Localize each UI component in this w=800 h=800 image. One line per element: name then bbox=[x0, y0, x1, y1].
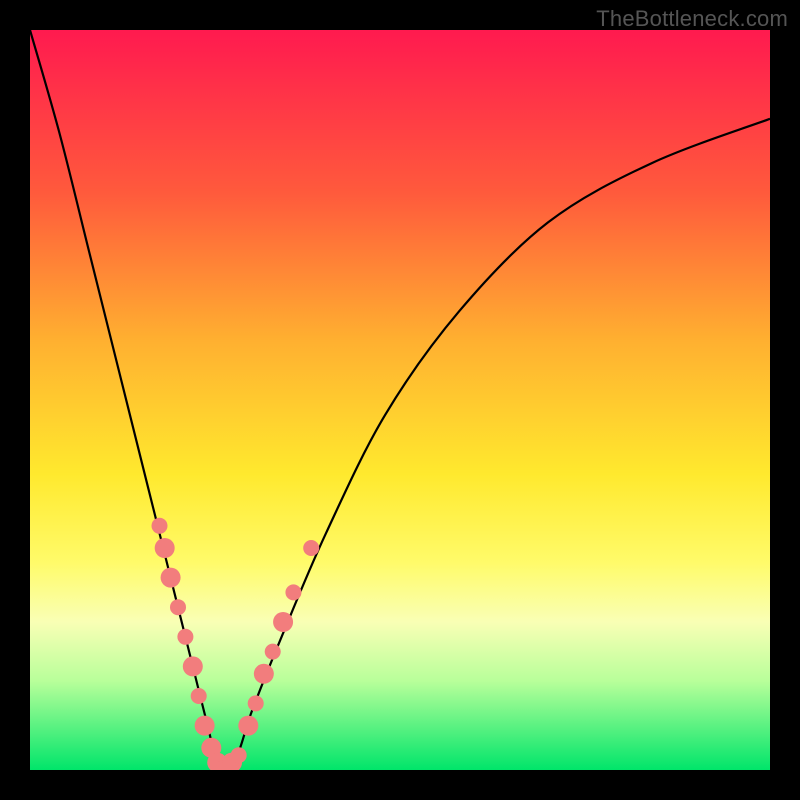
dot bbox=[285, 584, 301, 600]
dot bbox=[273, 612, 293, 632]
dot bbox=[155, 538, 175, 558]
watermark-text: TheBottleneck.com bbox=[596, 6, 788, 32]
dot bbox=[191, 688, 207, 704]
dot bbox=[170, 599, 186, 615]
highlighted-dots bbox=[152, 518, 320, 770]
dot bbox=[248, 695, 264, 711]
dot bbox=[152, 518, 168, 534]
chart-overlay bbox=[30, 30, 770, 770]
dot bbox=[177, 629, 193, 645]
plot-area bbox=[30, 30, 770, 770]
dot bbox=[161, 568, 181, 588]
chart-frame: TheBottleneck.com bbox=[0, 0, 800, 800]
dot bbox=[238, 716, 258, 736]
bottleneck-curve bbox=[30, 30, 770, 770]
dot bbox=[231, 747, 247, 763]
dot bbox=[183, 656, 203, 676]
dot bbox=[195, 716, 215, 736]
dot bbox=[303, 540, 319, 556]
dot bbox=[265, 644, 281, 660]
dot bbox=[254, 664, 274, 684]
